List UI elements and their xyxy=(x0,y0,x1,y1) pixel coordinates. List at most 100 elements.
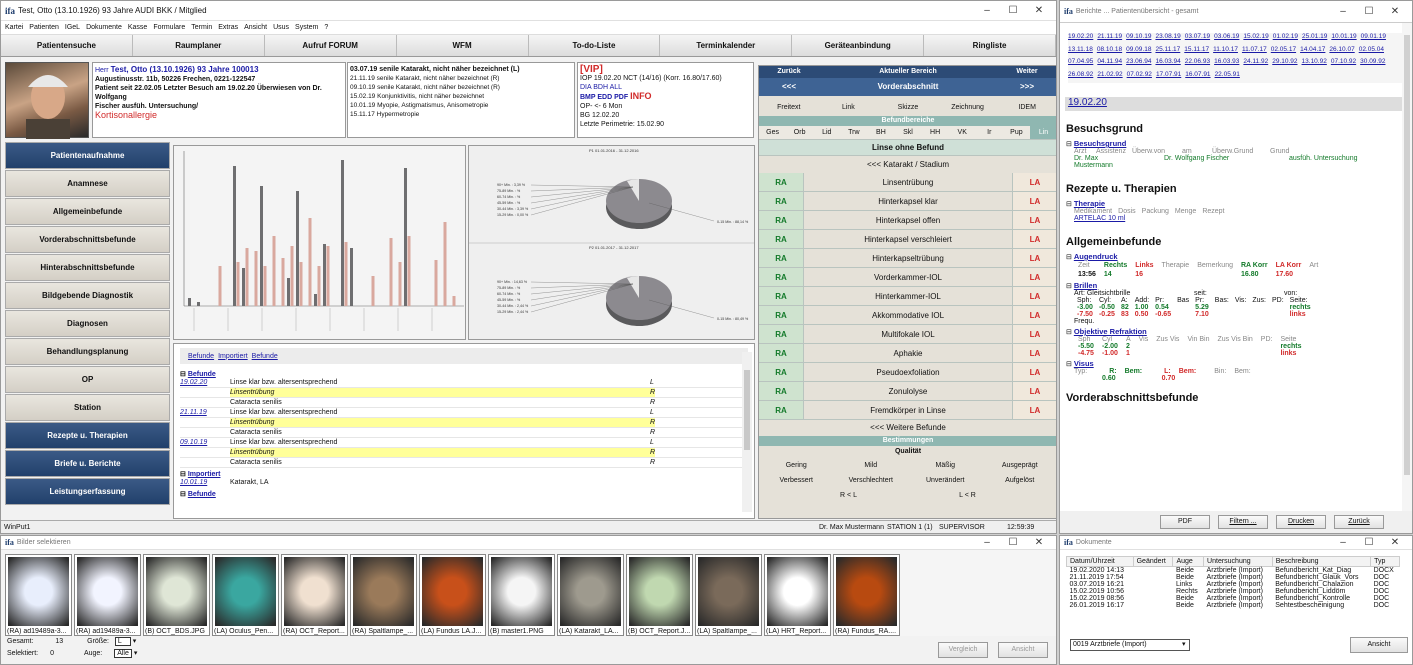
leftnav-item-8[interactable]: OP xyxy=(5,366,170,393)
q2-option-0[interactable]: Verbessert xyxy=(759,473,834,488)
la-button[interactable]: LA xyxy=(1013,268,1056,286)
therapie-med[interactable]: ARTELAC 10 ml xyxy=(1074,215,1412,222)
topnav-item-2[interactable]: Aufruf FORUM xyxy=(265,35,397,56)
topnav-item-4[interactable]: To-do-Liste xyxy=(529,35,661,56)
la-button[interactable]: LA xyxy=(1013,192,1056,210)
image-thumbnail[interactable]: (RA) Spaltlampe_... xyxy=(350,554,417,636)
report-date-link[interactable]: 22.05.91 xyxy=(1215,71,1240,84)
befund-option[interactable]: Akkommodative IOL xyxy=(803,306,1013,324)
q2-option-1[interactable]: Verschlechtert xyxy=(834,473,909,488)
ra-button[interactable]: RA xyxy=(759,249,803,267)
bereich-tab-10[interactable]: Lin xyxy=(1029,126,1056,139)
bereich-tab-3[interactable]: Trw xyxy=(840,126,867,139)
q1-option-0[interactable]: Gering xyxy=(759,458,834,473)
image-thumbnail[interactable]: (LA) HRT_Report... xyxy=(764,554,831,636)
besuchsgrund-sub[interactable]: Besuchsgrund xyxy=(1074,139,1127,148)
la-button[interactable]: LA xyxy=(1013,249,1056,267)
report-date-link[interactable]: 08.10.18 xyxy=(1097,46,1122,59)
images-close[interactable]: ✕ xyxy=(1026,537,1052,548)
report-date-link[interactable]: 25.01.19 xyxy=(1302,33,1327,46)
leftnav-item-12[interactable]: Leistungserfassung xyxy=(5,478,170,505)
befunde-section-heading[interactable]: Befunde xyxy=(188,491,216,498)
more-befunde-button[interactable]: <<< Weitere Befunde xyxy=(759,420,1056,436)
befund-option[interactable]: Vorderkammer-IOL xyxy=(803,268,1013,286)
collapse-icon[interactable]: ⊟ xyxy=(180,371,188,378)
collapse-icon[interactable]: ⊟ xyxy=(1066,361,1072,368)
report-date-link[interactable]: 09.01.19 xyxy=(1361,33,1386,46)
image-thumbnail[interactable]: (RA) Fundus_RA.... xyxy=(833,554,900,636)
report-date-link[interactable]: 03.07.19 xyxy=(1185,33,1210,46)
auge-select[interactable]: Alle xyxy=(114,649,132,658)
menu-item-7[interactable]: Extras xyxy=(218,24,238,31)
collapse-icon[interactable]: ⊟ xyxy=(1066,141,1072,148)
report-date-link[interactable]: 26.08.92 xyxy=(1068,71,1093,84)
image-thumbnail[interactable]: (RA) ad19489a-3... xyxy=(74,554,141,636)
image-thumbnail[interactable]: (LA) Oculus_Pen... xyxy=(212,554,279,636)
docs-row[interactable]: 26.01.2019 16:17 Beide Arztbriefe (Import)… xyxy=(1067,602,1400,609)
menu-item-4[interactable]: Kasse xyxy=(128,24,147,31)
objref-sub[interactable]: Objektive Refraktion xyxy=(1074,327,1147,336)
bereich-tab-5[interactable]: Skl xyxy=(894,126,921,139)
docs-maximize[interactable]: ☐ xyxy=(1356,537,1382,548)
report-date-link[interactable]: 10.01.19 xyxy=(1331,33,1356,46)
menu-item-1[interactable]: Patienten xyxy=(29,24,59,31)
scrollbar[interactable] xyxy=(742,352,752,512)
ansicht-button[interactable]: Ansicht xyxy=(998,642,1048,658)
report-date-link[interactable]: 23.06.94 xyxy=(1126,58,1151,71)
report-date-link[interactable]: 11.07.17 xyxy=(1242,46,1267,59)
report-date-link[interactable]: 09.09.18 xyxy=(1126,46,1151,59)
ra-button[interactable]: RA xyxy=(759,211,803,229)
docs-column-header[interactable]: Datum/Uhrzeit xyxy=(1066,556,1134,567)
q1-option-2[interactable]: Mäßig xyxy=(908,458,983,473)
back-button[interactable]: <<< xyxy=(759,78,819,96)
codes1[interactable]: DIA BDH ALL xyxy=(580,83,751,92)
maximize-button[interactable]: ☐ xyxy=(1000,5,1026,16)
report-date-link[interactable]: 13.10.92 xyxy=(1302,58,1327,71)
docs-column-header[interactable]: Beschreibung xyxy=(1271,556,1372,567)
docs-column-header[interactable]: Auge xyxy=(1172,556,1205,567)
collapse-icon[interactable]: ⊟ xyxy=(1066,201,1072,208)
tool-3[interactable]: Zeichnung xyxy=(938,100,998,116)
docs-close[interactable]: ✕ xyxy=(1382,537,1408,548)
report-date-link[interactable]: 01.02.19 xyxy=(1273,33,1298,46)
befund-option[interactable]: Linsentrübung xyxy=(803,173,1013,191)
report-date-link[interactable]: 03.06.19 xyxy=(1214,33,1239,46)
befund-row[interactable]: Cataracta senilis R xyxy=(180,398,748,408)
close-button[interactable]: ✕ xyxy=(1026,5,1052,16)
leftnav-item-7[interactable]: Behandlungsplanung xyxy=(5,338,170,365)
chevron-down-icon[interactable]: ▾ xyxy=(134,650,138,657)
ra-button[interactable]: RA xyxy=(759,268,803,286)
leftnav-item-11[interactable]: Briefe u. Berichte xyxy=(5,450,170,477)
topnav-item-7[interactable]: Ringliste xyxy=(924,35,1056,56)
report-date-link[interactable]: 16.03.94 xyxy=(1155,58,1180,71)
befund-date[interactable] xyxy=(180,418,230,427)
report-date-link[interactable]: 19.02.20 xyxy=(1068,33,1093,46)
collapse-icon[interactable]: ⊟ xyxy=(180,471,188,478)
report-button-3[interactable]: Zurück xyxy=(1334,515,1384,529)
tool-0[interactable]: Freitext xyxy=(759,100,819,116)
leftnav-item-10[interactable]: Rezepte u. Therapien xyxy=(5,422,170,449)
report-date-link[interactable]: 16.03.93 xyxy=(1214,58,1239,71)
ra-button[interactable]: RA xyxy=(759,363,803,381)
docs-row[interactable]: 21.11.2019 17:54 Beide Arztbriefe (Import)… xyxy=(1067,574,1400,581)
ra-button[interactable]: RA xyxy=(759,192,803,210)
befunde-section-heading[interactable]: Befunde xyxy=(188,371,216,378)
la-button[interactable]: LA xyxy=(1013,211,1056,229)
befund-date[interactable] xyxy=(180,388,230,397)
forward-button[interactable]: >>> xyxy=(997,78,1056,96)
collapse-icon[interactable]: ⊟ xyxy=(180,491,188,498)
docs-row[interactable]: 03.07.2019 16:21 Links Arztbriefe (Import)… xyxy=(1067,581,1400,588)
befunde-tab-1[interactable]: Importiert xyxy=(218,353,248,360)
report-date-link[interactable]: 30.09.92 xyxy=(1360,58,1385,71)
report-scrollbar[interactable] xyxy=(1402,23,1412,511)
befund-row[interactable]: 21.11.19 Linse klar bzw. altersentspreche… xyxy=(180,408,748,418)
befund-option[interactable]: Aphakie xyxy=(803,344,1013,362)
leftnav-item-3[interactable]: Vorderabschnittsbefunde xyxy=(5,226,170,253)
befund-date[interactable] xyxy=(180,448,230,457)
topnav-item-1[interactable]: Raumplaner xyxy=(133,35,265,56)
la-button[interactable]: LA xyxy=(1013,325,1056,343)
image-thumbnail[interactable]: (LA) Spaltlampe_... xyxy=(695,554,762,636)
image-thumbnail[interactable]: (B) OCT_Report.J... xyxy=(626,554,693,636)
menu-item-11[interactable]: ? xyxy=(324,24,328,31)
leftnav-item-0[interactable]: Patientenaufnahme xyxy=(5,142,170,169)
